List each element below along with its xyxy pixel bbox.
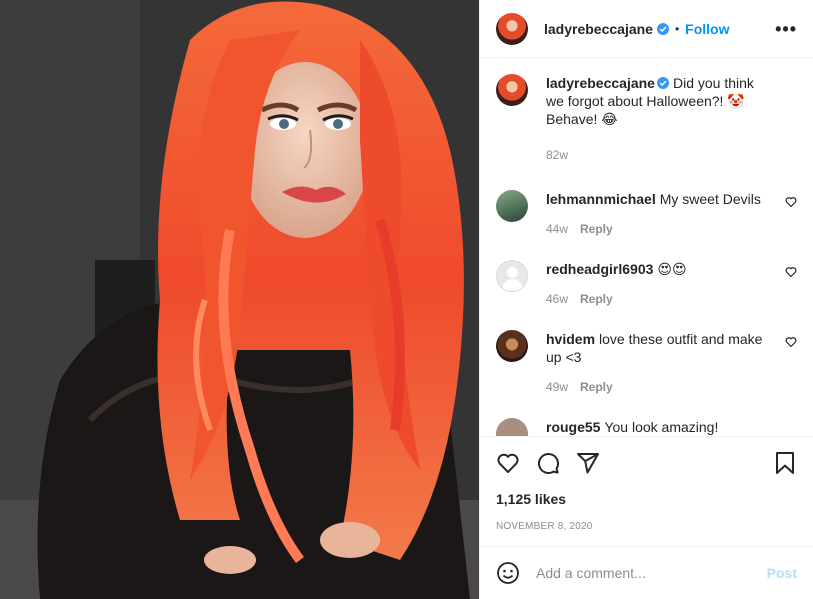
action-bar [496,437,797,489]
share-icon[interactable] [576,451,600,475]
comment-time[interactable]: 46w [546,290,568,308]
caption-body: ladyrebeccajane Did you think we forgot a… [546,74,797,164]
commenter-username[interactable]: hvidem [546,331,595,347]
comment-time[interactable]: 44w [546,220,568,238]
commenter-avatar[interactable] [496,260,528,292]
more-options-icon[interactable]: ••• [775,20,797,38]
post-side-panel: ladyrebeccajane • Follow ••• ladyrebecca… [479,0,813,599]
comments-list[interactable]: ladyrebeccajane Did you think we forgot a… [480,58,813,436]
emoji-icon[interactable] [496,561,520,585]
post-comment-button[interactable]: Post [767,565,797,581]
heart-icon[interactable] [785,196,797,208]
post-actions-section: 1,125 likes NOVEMBER 8, 2020 [480,436,813,546]
comment-input[interactable] [536,565,767,581]
reply-button[interactable]: Reply [580,378,613,396]
post-photo[interactable] [0,0,479,599]
post-date[interactable]: NOVEMBER 8, 2020 [496,521,797,532]
comment-meta: 46w Reply [546,290,775,308]
commenter-username[interactable]: redheadgirl6903 [546,261,653,277]
comment-body: rouge55 You look amazing! [546,418,797,436]
comment-body: redheadgirl6903 😍😍 46w Reply [546,260,797,308]
post-header: ladyrebeccajane • Follow ••• [480,0,813,58]
comment-text: 😍😍 [657,261,687,277]
post-photo-illustration [0,0,479,599]
caption-meta: 82w [546,146,775,164]
comment-body: hvidem love these outfit and make up <3 4… [546,330,797,396]
commenter-username[interactable]: lehmannmichael [546,191,656,207]
heart-icon[interactable] [496,451,520,475]
comment-icon[interactable] [536,451,560,475]
commenter-username[interactable]: rouge55 [546,419,600,435]
comment-meta: 49w Reply [546,378,775,396]
caption-avatar[interactable] [496,74,528,106]
comment-item: hvidem love these outfit and make up <3 4… [496,330,797,396]
caption-username[interactable]: ladyrebeccajane [546,75,655,91]
follow-button[interactable]: Follow [685,21,729,37]
reply-button[interactable]: Reply [580,220,613,238]
separator-dot: • [674,21,680,36]
comment-body: lehmannmichael My sweet Devils 44w Reply [546,190,797,238]
add-comment-bar: Post [480,546,813,599]
bookmark-icon[interactable] [773,451,797,475]
commenter-avatar[interactable] [496,190,528,222]
instagram-post: ladyrebeccajane • Follow ••• ladyrebecca… [0,0,813,599]
commenter-avatar[interactable] [496,330,528,362]
comment-text: My sweet Devils [659,191,761,207]
verified-badge-icon [656,77,669,89]
verified-badge-icon [656,22,669,35]
comment-item: rouge55 You look amazing! [496,418,797,436]
comment-time[interactable]: 49w [546,378,568,396]
post-caption: ladyrebeccajane Did you think we forgot a… [496,74,797,164]
reply-button[interactable]: Reply [580,290,613,308]
comment-item: redheadgirl6903 😍😍 46w Reply [496,260,797,308]
comment-meta: 44w Reply [546,220,775,238]
comment-text: You look amazing! [604,419,719,435]
author-username[interactable]: ladyrebeccajane [544,21,653,37]
likes-count[interactable]: 1,125 likes [496,491,797,507]
heart-icon[interactable] [785,266,797,278]
heart-icon[interactable] [785,336,797,348]
comment-item: lehmannmichael My sweet Devils 44w Reply [496,190,797,238]
caption-time[interactable]: 82w [546,146,568,164]
author-avatar[interactable] [496,12,528,45]
commenter-avatar[interactable] [496,418,528,436]
